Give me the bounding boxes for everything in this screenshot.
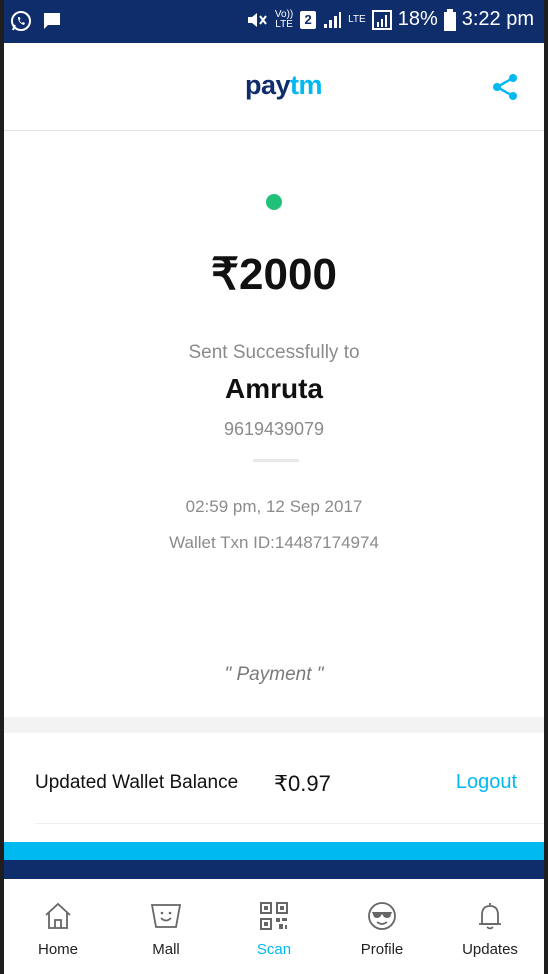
nav-item-mall[interactable]: Mall xyxy=(112,879,220,974)
lte-indicator: LTE xyxy=(348,13,366,25)
amount-text: ₹2000 xyxy=(211,250,337,299)
status-bar: Vo)) LTE 2 LTE 18% 3:22 pm xyxy=(4,0,544,43)
mall-bag-icon xyxy=(150,904,182,928)
recipient-name: Amruta xyxy=(224,373,323,404)
section-separator xyxy=(4,717,544,733)
bottom-nav: Home Mall Scan Profile Updates xyxy=(4,879,544,974)
success-status-dot xyxy=(266,194,282,210)
brand-band-dark xyxy=(4,860,544,879)
nav-item-updates[interactable]: Updates xyxy=(436,879,544,974)
logo-text-pay: pay xyxy=(245,70,291,100)
clock: 3:22 pm xyxy=(461,8,534,30)
divider xyxy=(35,823,544,824)
divider xyxy=(253,459,299,462)
bell-icon xyxy=(479,903,501,930)
logo-text-tm: tm xyxy=(290,70,323,100)
share-icon[interactable] xyxy=(490,72,520,102)
battery-icon xyxy=(443,8,456,31)
nav-label-profile: Profile xyxy=(360,941,404,958)
transaction-id: Wallet Txn ID:14487174974 xyxy=(169,533,379,552)
payment-comment: " Payment " xyxy=(224,664,324,685)
whatsapp-icon xyxy=(11,11,31,31)
home-icon xyxy=(45,902,71,929)
wallet-balance-value: ₹0.97 xyxy=(274,771,331,796)
message-icon xyxy=(44,13,60,29)
signal-icon xyxy=(324,11,342,28)
signal-box-icon xyxy=(371,9,392,30)
sim-indicator: 2 xyxy=(300,10,317,29)
wallet-balance-label: Updated Wallet Balance xyxy=(35,772,239,793)
logout-link[interactable]: Logout xyxy=(456,771,517,794)
volte-indicator: Vo)) LTE xyxy=(274,8,294,30)
nav-label-home: Home xyxy=(37,941,78,958)
mute-icon xyxy=(248,12,267,27)
brand-band-light xyxy=(4,842,544,860)
recipient-phone: 9619439079 xyxy=(223,419,325,439)
app-header: paytm xyxy=(4,43,544,131)
nav-label-scan: Scan xyxy=(256,941,292,958)
nav-label-updates: Updates xyxy=(462,941,518,958)
qr-scan-icon xyxy=(260,902,288,930)
nav-label-mall: Mall xyxy=(152,941,180,958)
transaction-datetime: 02:59 pm, 12 Sep 2017 xyxy=(185,497,363,516)
phone-screen: Vo)) LTE 2 LTE 18% 3:22 pm paytm ₹2000 S… xyxy=(4,0,544,974)
profile-sunglasses-icon xyxy=(368,902,396,930)
nav-item-scan[interactable]: Scan xyxy=(220,879,328,974)
nav-item-profile[interactable]: Profile xyxy=(328,879,436,974)
sent-label: Sent Successfully to xyxy=(188,342,360,363)
paytm-logo: paytm xyxy=(245,70,323,101)
battery-percent: 18% xyxy=(397,8,438,30)
nav-item-home[interactable]: Home xyxy=(4,879,112,974)
